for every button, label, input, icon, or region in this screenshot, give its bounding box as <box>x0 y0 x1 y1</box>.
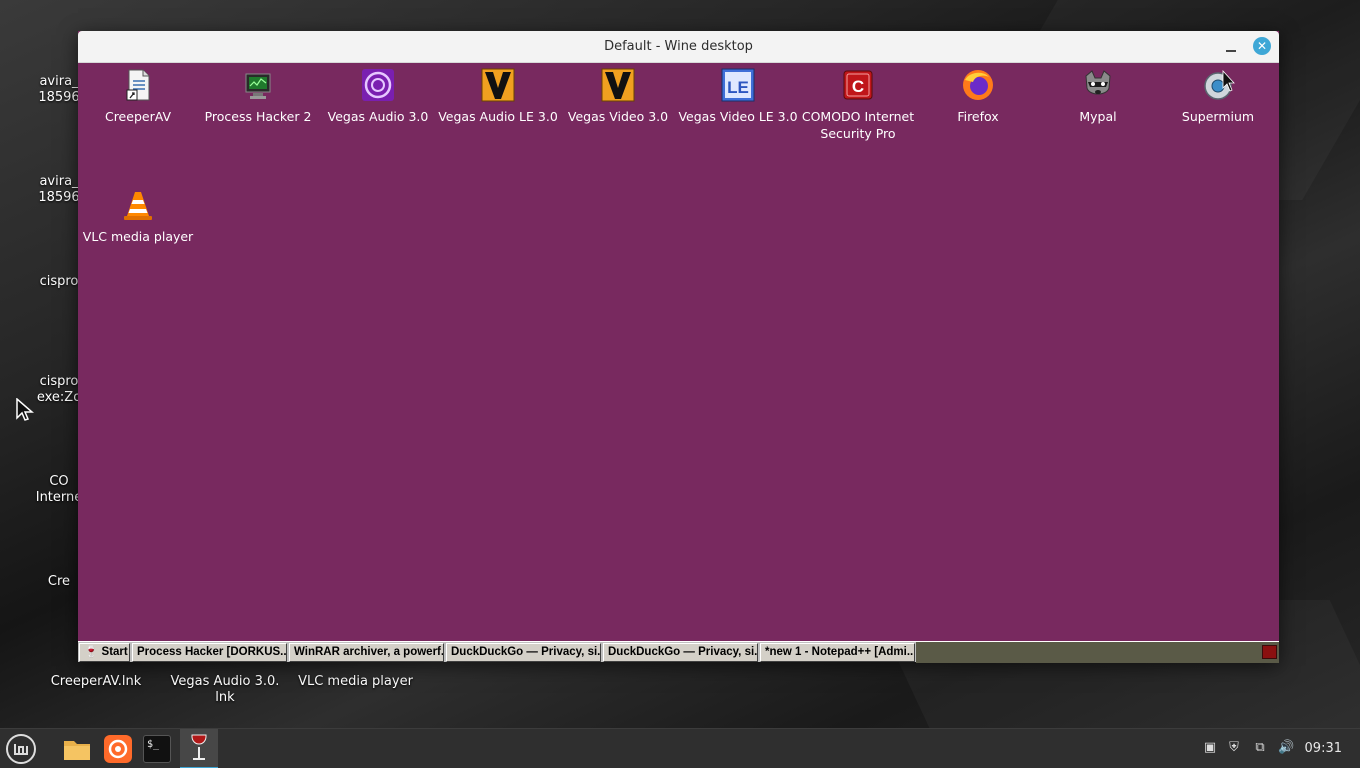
close-button[interactable]: ✕ <box>1253 37 1271 55</box>
document-shortcut-icon <box>121 68 155 102</box>
host-icon-label: exe:Zo <box>36 390 82 405</box>
vegas-v-icon <box>481 68 515 102</box>
desktop-icon-process-hacker[interactable]: Process Hacker 2 <box>198 65 318 125</box>
desktop-icon-label: Supermium <box>1181 109 1255 124</box>
shield-icon[interactable]: ⛨ <box>1226 740 1242 756</box>
terminal-glyph: $_ <box>143 735 171 763</box>
host-icon-label: 18596 <box>38 90 80 105</box>
taskbar-button[interactable]: Process Hacker [DORKUS... <box>132 643 287 662</box>
desktop-icon-label: COMODO Internet <box>801 109 915 124</box>
start-label: Start <box>101 646 128 658</box>
process-hacker-icon <box>241 68 275 102</box>
host-icon-label: avira_ <box>39 174 79 189</box>
host-icon-label: Cre <box>47 574 71 589</box>
host-icon-label: Interne <box>35 490 83 505</box>
desktop-icon-label: Mypal <box>1079 109 1117 124</box>
volume-icon[interactable]: 🔊 <box>1278 740 1294 756</box>
taskbar-button[interactable]: DuckDuckGo — Privacy, si... <box>446 643 601 662</box>
desktop-icon-supermium[interactable]: Supermium <box>1158 65 1278 125</box>
clock[interactable]: 09:31 <box>1305 741 1342 756</box>
host-icon-label: avira_ <box>39 74 79 89</box>
window-title: Default - Wine desktop <box>604 39 753 54</box>
desktop-icon-vegas-video-le[interactable]: LE Vegas Video LE 3.0 <box>678 65 798 125</box>
host-desktop-icon[interactable]: Vegas Audio 3.0. lnk <box>170 674 280 706</box>
desktop-icon-label: Vegas Video 3.0 <box>567 109 669 124</box>
wine-glass-icon: 🍷 <box>84 646 99 658</box>
start-button[interactable]: 🍷 Start <box>79 643 130 662</box>
mouse-cursor-icon <box>16 398 34 421</box>
host-icon-label: cispro <box>39 274 79 289</box>
svg-text:C: C <box>852 77 864 96</box>
desktop-icon-vegas-video[interactable]: Vegas Video 3.0 <box>558 65 678 125</box>
vegas-audio-icon <box>361 68 395 102</box>
vegas-le-icon: LE <box>721 68 755 102</box>
wine-desktop-window[interactable]: Default - Wine desktop ✕ CreeperAV Proce… <box>78 31 1279 663</box>
host-icon-label: 18596 <box>38 190 80 205</box>
host-panel: $_ ▣ ⛨ ⧉ 🔊 09:31 <box>0 728 1360 768</box>
clipboard-icon[interactable]: ▣ <box>1202 740 1218 756</box>
host-icon-label: lnk <box>215 690 235 705</box>
files-folder-icon[interactable] <box>61 733 93 765</box>
desktop-icon-vegas-audio[interactable]: Vegas Audio 3.0 <box>318 65 438 125</box>
tray-status-icon[interactable] <box>1262 645 1277 659</box>
vegas-v-icon <box>601 68 635 102</box>
supermium-icon <box>1201 68 1235 102</box>
svg-text:LE: LE <box>727 78 749 97</box>
host-icon-label: Vegas Audio 3.0. <box>170 674 280 689</box>
desktop-icon-creeperav[interactable]: CreeperAV <box>78 65 198 125</box>
desktop-icon-comodo[interactable]: C COMODO Internet Security Pro <box>798 65 918 142</box>
host-icon-label: CreeperAV.lnk <box>50 674 142 689</box>
desktop-icon-label: Security Pro <box>820 126 896 141</box>
wine-desktop-area[interactable]: CreeperAV Process Hacker 2 Vegas Audio 3… <box>78 63 1279 641</box>
desktop-icon-label: Vegas Audio LE 3.0 <box>438 109 558 124</box>
menu-icon[interactable] <box>5 733 37 765</box>
desktop-icon-label: Firefox <box>957 109 999 124</box>
host-desktop-icon[interactable]: CreeperAV.lnk <box>46 674 146 690</box>
desktop-icon-firefox[interactable]: Firefox <box>918 65 1038 125</box>
desktop-icon-label: CreeperAV <box>104 109 172 124</box>
desktop-icon-label: VLC media player <box>82 229 194 244</box>
host-icon-label: cispro <box>39 374 79 389</box>
wine-taskbar: 🍷 Start Process Hacker [DORKUS... WinRAR… <box>78 641 1279 663</box>
desktop-icon-label: Process Hacker 2 <box>204 109 312 124</box>
host-desktop-icon[interactable]: VLC media player <box>298 674 413 690</box>
terminal-icon[interactable]: $_ <box>141 733 173 765</box>
taskbar-button[interactable]: *new 1 - Notepad++ [Admi... <box>760 643 915 662</box>
taskbar-button[interactable]: DuckDuckGo — Privacy, si... <box>603 643 758 662</box>
taskbar-button[interactable]: WinRAR archiver, a powerf... <box>289 643 444 662</box>
desktop-icon-mypal[interactable]: Mypal <box>1038 65 1158 125</box>
comodo-icon: C <box>841 68 875 102</box>
desktop-icon-label: Vegas Audio 3.0 <box>327 109 429 124</box>
mypal-icon <box>1081 68 1115 102</box>
window-titlebar[interactable]: Default - Wine desktop ✕ <box>78 31 1279 63</box>
network-icon[interactable]: ⧉ <box>1252 740 1268 756</box>
host-icon-label: VLC media player <box>298 674 413 689</box>
host-icon-label: CO <box>49 474 69 489</box>
desktop-icon-vlc[interactable]: VLC media player <box>78 185 198 245</box>
wine-glass-icon[interactable] <box>180 729 218 768</box>
desktop-icon-label: Vegas Video LE 3.0 <box>678 109 798 124</box>
firefox-icon[interactable] <box>102 733 134 765</box>
minimize-button[interactable] <box>1221 37 1241 57</box>
firefox-icon <box>961 68 995 102</box>
desktop-icon-vegas-audio-le[interactable]: Vegas Audio LE 3.0 <box>438 65 558 125</box>
vlc-cone-icon <box>121 188 155 222</box>
taskbar-empty-area <box>916 642 1279 663</box>
